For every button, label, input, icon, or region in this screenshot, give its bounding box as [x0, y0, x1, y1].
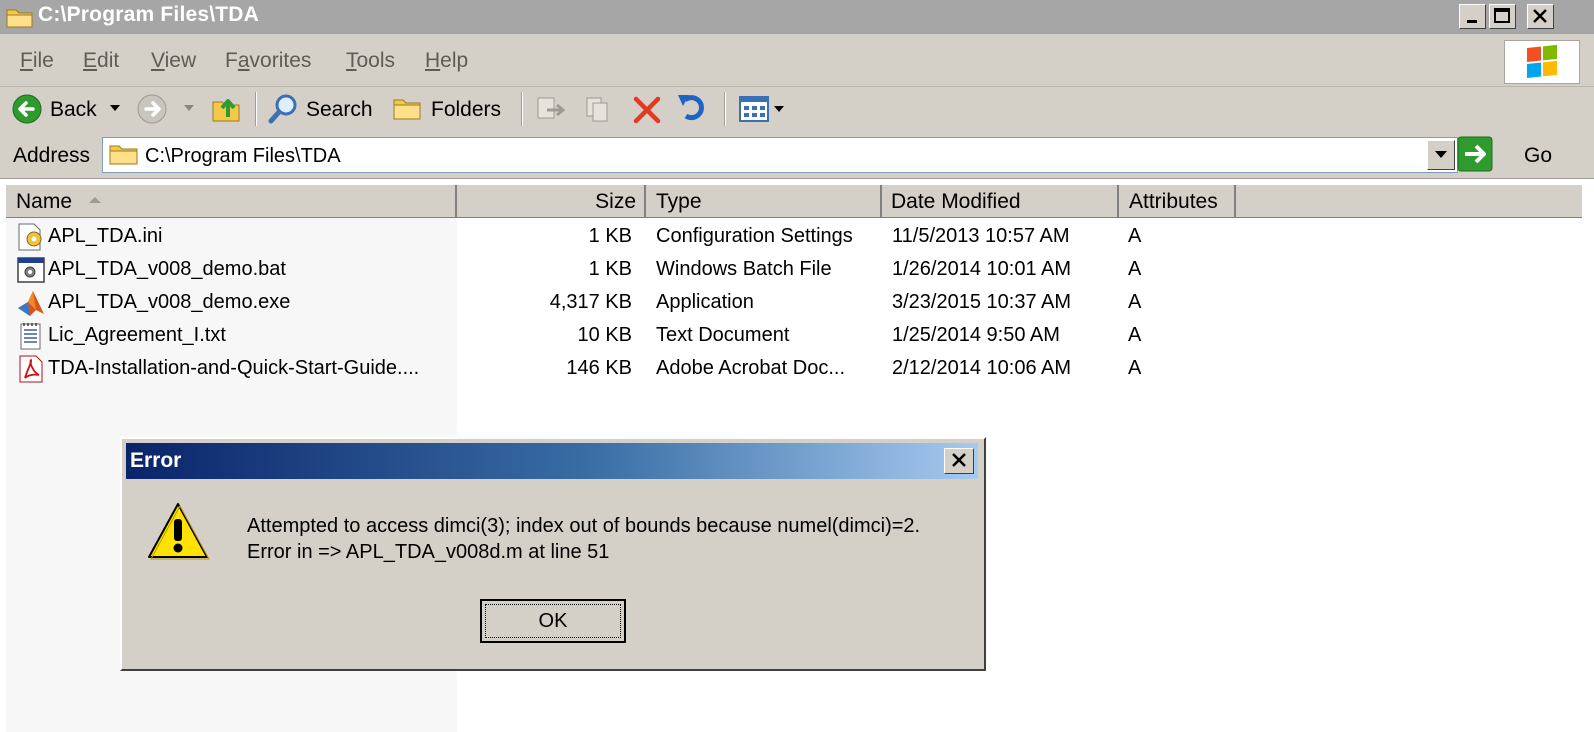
- toolbar-separator: [724, 92, 726, 126]
- menu-view[interactable]: View: [151, 49, 196, 73]
- menu-bar: File Edit View Favorites Tools Help: [0, 34, 1594, 87]
- error-dialog: Error Attempted to access dimci(3); inde…: [120, 437, 986, 671]
- go-arrow-icon[interactable]: [1457, 136, 1493, 172]
- address-dropdown-button[interactable]: [1427, 140, 1455, 170]
- window-title: C:\Program Files\TDA: [38, 3, 260, 26]
- list-header: Name Size Type Date Modified Attributes: [6, 185, 1582, 218]
- dialog-title: Error: [130, 449, 182, 472]
- minimize-button[interactable]: [1459, 4, 1486, 29]
- back-button-label[interactable]: Back: [50, 98, 97, 122]
- batch-file-icon: [17, 257, 45, 283]
- dialog-close-button[interactable]: [944, 448, 974, 474]
- folders-button-label[interactable]: Folders: [431, 98, 501, 122]
- column-header-size[interactable]: Size: [457, 185, 646, 217]
- list-item[interactable]: APL_TDA.ini 1 KB Configuration Settings …: [6, 220, 1582, 253]
- go-button-label[interactable]: Go: [1524, 144, 1552, 168]
- menu-favorites[interactable]: Favorites: [225, 49, 311, 73]
- forward-arrow-icon: [137, 94, 167, 124]
- list-item[interactable]: TDA-Installation-and-Quick-Start-Guide..…: [6, 352, 1582, 385]
- window-title-bar[interactable]: C:\Program Files\TDA: [0, 0, 1594, 34]
- menu-help[interactable]: Help: [425, 49, 468, 73]
- ini-file-icon: [18, 223, 42, 251]
- toolbar-separator: [255, 92, 257, 126]
- pdf-file-icon: [19, 355, 43, 383]
- sort-ascending-icon: [89, 197, 101, 203]
- search-button-label[interactable]: Search: [306, 98, 373, 122]
- list-item[interactable]: APL_TDA_v008_demo.bat 1 KB Windows Batch…: [6, 253, 1582, 286]
- close-window-button[interactable]: [1527, 4, 1554, 29]
- matlab-app-icon: [18, 291, 44, 316]
- menu-tools[interactable]: Tools: [346, 49, 395, 73]
- standard-toolbar: Back Search Folders: [0, 87, 1594, 132]
- column-header-type[interactable]: Type: [646, 185, 882, 217]
- views-dropdown-icon[interactable]: [774, 106, 786, 114]
- folder-icon: [6, 9, 33, 28]
- move-to-icon: [537, 97, 566, 119]
- dialog-message-line-1: Attempted to access dimci(3); index out …: [247, 515, 921, 537]
- maximize-button[interactable]: [1489, 4, 1516, 29]
- views-icon[interactable]: [738, 95, 772, 123]
- menu-file[interactable]: File: [20, 49, 54, 73]
- column-header-name[interactable]: Name: [6, 185, 457, 217]
- ok-button-label: OK: [538, 610, 568, 632]
- text-file-icon: [20, 323, 41, 350]
- folder-icon: [109, 145, 138, 165]
- back-arrow-icon[interactable]: [12, 94, 42, 124]
- windows-logo: [1504, 40, 1580, 84]
- column-header-date-modified[interactable]: Date Modified: [882, 185, 1119, 217]
- menu-edit[interactable]: Edit: [83, 49, 119, 73]
- address-input[interactable]: C:\Program Files\TDA: [102, 137, 1458, 173]
- warning-icon: [148, 503, 210, 560]
- forward-dropdown-icon: [184, 105, 194, 111]
- column-header-attributes[interactable]: Attributes: [1119, 185, 1236, 217]
- dialog-title-bar[interactable]: Error: [126, 443, 978, 479]
- copy-to-icon: [586, 97, 608, 122]
- address-value[interactable]: C:\Program Files\TDA: [145, 145, 341, 168]
- dialog-message-line-2: Error in => APL_TDA_v008d.m at line 51: [247, 541, 610, 563]
- list-item[interactable]: APL_TDA_v008_demo.exe 4,317 KB Applicati…: [6, 286, 1582, 319]
- search-icon[interactable]: [268, 93, 300, 125]
- back-dropdown-icon[interactable]: [110, 105, 122, 113]
- address-bar: Address C:\Program Files\TDA Go: [0, 131, 1594, 179]
- delete-icon[interactable]: [632, 95, 664, 125]
- address-label: Address: [13, 144, 91, 167]
- list-item[interactable]: Lic_Agreement_I.txt 10 KB Text Document …: [6, 319, 1582, 352]
- undo-icon[interactable]: [676, 92, 710, 124]
- up-folder-icon[interactable]: [211, 92, 243, 124]
- folders-icon[interactable]: [392, 94, 424, 122]
- toolbar-separator: [521, 92, 523, 126]
- ok-button[interactable]: OK: [480, 599, 626, 643]
